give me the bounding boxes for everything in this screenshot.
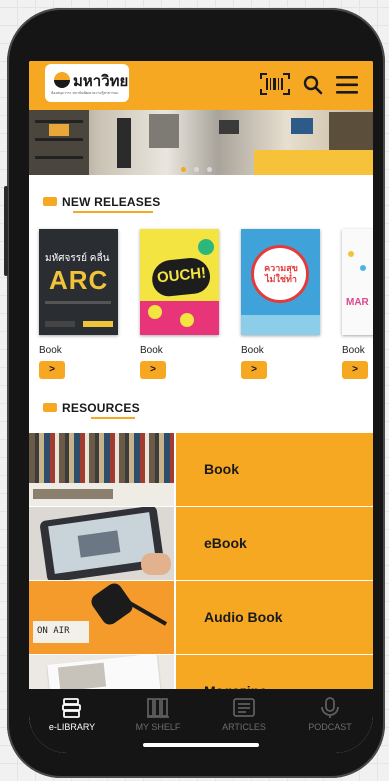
cover-title: MAR — [346, 297, 369, 308]
book-cover-2[interactable]: OUCH! — [140, 229, 219, 335]
resource-label-box: Book — [176, 433, 373, 506]
tab-label: e-LIBRARY — [48, 722, 96, 732]
logo-tagline: ห้องสมุดวาระ สถาบันพัฒนาความรู้สาธารณะ — [51, 91, 119, 95]
open-book-button[interactable]: > — [39, 361, 65, 379]
side-button — [4, 186, 8, 276]
banner-counter — [254, 150, 373, 175]
home-indicator[interactable] — [143, 743, 259, 747]
resource-image — [29, 507, 174, 580]
resource-label: eBook — [204, 535, 247, 551]
section-underline — [73, 211, 153, 213]
resource-row-audio-book[interactable]: ON AIR Audio Book — [29, 581, 373, 654]
resource-row-ebook[interactable]: eBook — [29, 507, 373, 580]
tab-label: MY SHELF — [135, 722, 181, 732]
resource-image — [29, 433, 174, 506]
tab-e-library[interactable]: e-LIBRARY — [29, 689, 115, 753]
logo-mark-icon — [54, 72, 70, 88]
open-book-button[interactable]: > — [140, 361, 166, 379]
microphone-icon — [321, 697, 339, 718]
resource-label-box: Audio Book — [176, 581, 373, 654]
carousel-dot[interactable] — [194, 167, 199, 172]
app-screen: มหาวิทย ห้องสมุดวาระ สถาบันพัฒนาความรู้ส… — [29, 61, 373, 753]
cover-title: ความสุข ไม่ใช่ทำ — [264, 263, 298, 284]
resource-label: Book — [204, 461, 239, 477]
cover-title: มหัศจรรย์ คลื่น — [45, 253, 110, 264]
resource-image: ON AIR — [29, 581, 174, 654]
open-book-button[interactable]: > — [241, 361, 267, 379]
on-air-sign-text: ON AIR — [37, 626, 70, 636]
new-releases-title: NEW RELEASES — [62, 195, 161, 209]
barcode-scan-icon[interactable] — [260, 72, 290, 96]
book-type-label: Book — [342, 345, 365, 356]
resource-label: Audio Book — [204, 609, 283, 625]
tab-podcast[interactable]: PODCAST — [287, 689, 373, 753]
resource-row-book[interactable]: Book — [29, 433, 373, 506]
section-underline — [91, 417, 135, 419]
book-open-icon — [43, 403, 57, 412]
top-bar: มหาวิทย ห้องสมุดวาระ สถาบันพัฒนาความรู้ส… — [29, 61, 373, 110]
search-icon[interactable] — [303, 75, 323, 95]
book-cover-1[interactable]: มหัศจรรย์ คลื่น ARC — [39, 229, 118, 335]
app-logo[interactable]: มหาวิทย ห้องสมุดวาระ สถาบันพัฒนาความรู้ส… — [45, 64, 129, 102]
book-open-icon — [43, 197, 57, 206]
resources-title: RESOURCES — [62, 401, 140, 415]
book-cover-4[interactable]: MAR — [342, 229, 373, 335]
carousel-dots[interactable] — [181, 159, 220, 177]
menu-icon[interactable] — [335, 75, 359, 95]
library-icon — [62, 698, 81, 718]
tab-label: PODCAST — [308, 722, 352, 732]
resource-label-box: eBook — [176, 507, 373, 580]
book-type-label: Book — [39, 345, 62, 356]
open-book-button[interactable]: > — [342, 361, 368, 379]
book-type-label: Book — [140, 345, 163, 356]
article-icon — [233, 698, 255, 717]
tab-label: ARTICLES — [222, 722, 266, 732]
carousel-dot[interactable] — [207, 167, 212, 172]
cover-subtitle: ARC — [49, 265, 109, 295]
book-type-label: Book — [241, 345, 264, 356]
new-releases-heading: NEW RELEASES — [43, 195, 160, 209]
resources-heading: RESOURCES — [43, 401, 140, 415]
shelf-icon — [147, 698, 169, 718]
book-cover-3[interactable]: ความสุข ไม่ใช่ทำ — [241, 229, 320, 335]
carousel-dot[interactable] — [181, 167, 186, 172]
